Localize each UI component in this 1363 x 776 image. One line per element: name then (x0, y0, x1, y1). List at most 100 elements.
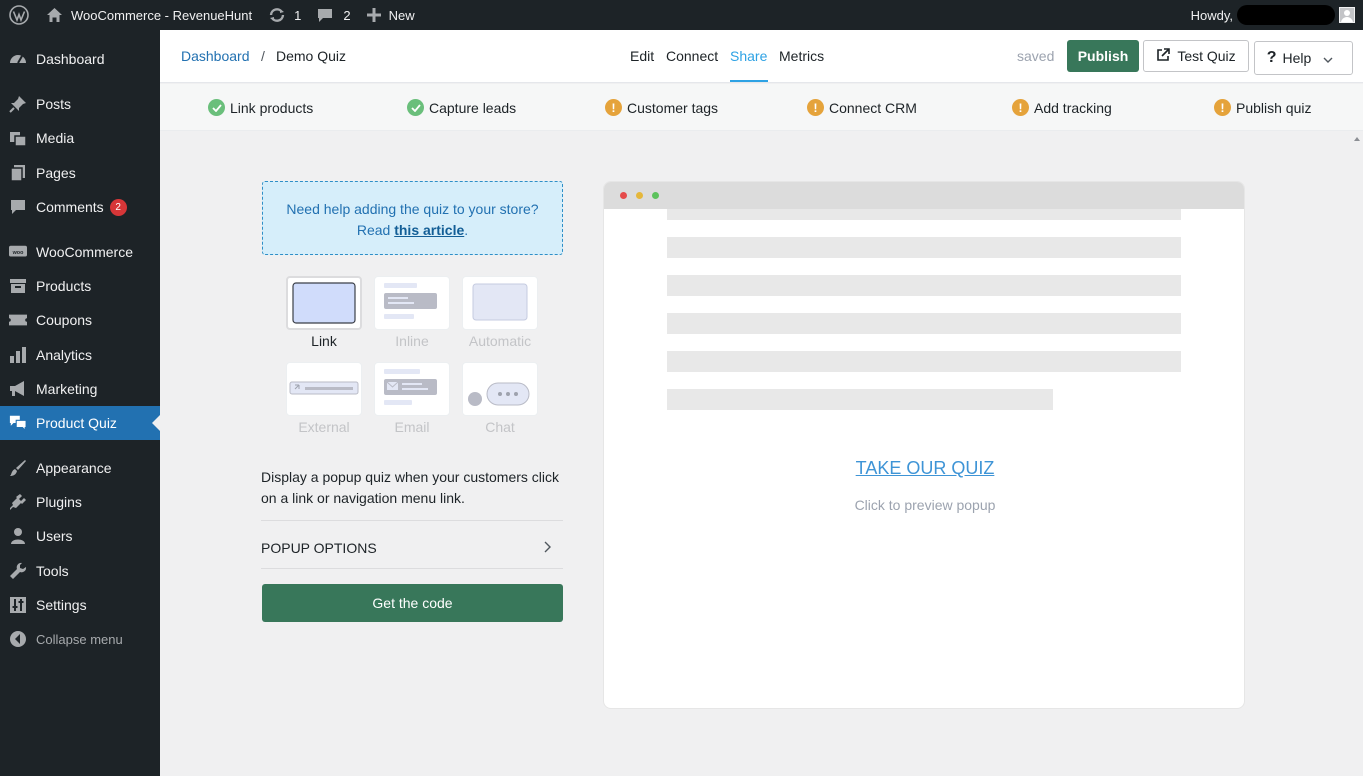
sidebar-item-label: Marketing (36, 381, 98, 397)
user-icon (9, 527, 27, 545)
placeholder-line (667, 313, 1181, 334)
comments-link[interactable]: 2 (309, 0, 358, 30)
howdy-text: Howdy, (1190, 7, 1233, 23)
checklist-label: Add tracking (1034, 99, 1112, 116)
sidebar-item-label: Dashboard (36, 51, 105, 67)
share-option-email[interactable] (374, 362, 450, 416)
tab-edit[interactable]: Edit (630, 48, 654, 64)
share-option-inline[interactable] (374, 276, 450, 330)
sidebar-item-label: Settings (36, 597, 87, 613)
sidebar-item-product-quiz[interactable]: Product Quiz (0, 406, 160, 440)
sidebar-item-label: WooCommerce (36, 244, 133, 260)
publish-button[interactable]: Publish (1067, 40, 1139, 72)
pin-icon (9, 95, 27, 113)
chat-preview-icon (468, 382, 530, 406)
redacted-username (1237, 5, 1335, 25)
scroll-up-arrow-icon[interactable] (1354, 137, 1360, 141)
checklist-label: Capture leads (429, 99, 517, 116)
warning-circle-icon: ! (605, 99, 622, 116)
checklist-label: Link products (230, 99, 314, 116)
checklist-item-add-tracking[interactable]: ! Add tracking (1012, 99, 1112, 116)
sidebar-item-coupons[interactable]: Coupons (0, 303, 160, 337)
sidebar-item-appearance[interactable]: Appearance (0, 451, 160, 485)
inline-preview-icon (384, 283, 437, 319)
take-our-quiz-link[interactable]: TAKE OUR QUIZ (604, 458, 1244, 479)
collapse-menu-button[interactable]: Collapse menu (0, 622, 160, 656)
share-option-chat[interactable] (462, 362, 538, 416)
sidebar-item-label: Appearance (36, 460, 112, 476)
placeholder-line (667, 275, 1181, 296)
sidebar-item-label: Comments (36, 199, 104, 215)
preview-hint: Click to preview popup (854, 497, 996, 513)
tab-connect[interactable]: Connect (666, 48, 718, 64)
share-option-external[interactable] (286, 362, 362, 416)
paintbrush-icon (9, 459, 27, 477)
updates-link[interactable]: 1 (260, 0, 309, 30)
new-label: New (388, 7, 415, 23)
sidebar-item-label: Posts (36, 96, 72, 112)
quiz-header: Dashboard / Demo Quiz Edit Connect Share… (160, 30, 1363, 83)
placeholder-line (667, 237, 1181, 258)
sidebar-item-posts[interactable]: Posts (0, 87, 160, 121)
test-quiz-button[interactable]: Test Quiz (1143, 40, 1249, 72)
share-option-automatic-label: Automatic (468, 333, 532, 349)
sidebar-item-label: Pages (36, 165, 76, 181)
woo-icon: woo (9, 243, 27, 261)
scrollbar[interactable] (1350, 131, 1363, 776)
chevron-down-icon (1323, 50, 1340, 66)
checklist-item-link-products[interactable]: Link products (208, 99, 313, 116)
sidebar-item-label: Users (36, 528, 73, 544)
get-the-code-label: Get the code (372, 595, 453, 611)
share-option-link[interactable] (286, 276, 362, 330)
updates-count: 1 (294, 7, 302, 23)
divider (261, 520, 563, 521)
wrench-icon (9, 562, 27, 580)
comments-badge: 2 (109, 198, 127, 216)
site-name: WooCommerce - RevenueHunt (71, 7, 253, 23)
share-option-description: Display a popup quiz when your customers… (261, 469, 560, 506)
save-status: saved (1017, 48, 1055, 64)
sidebar-item-tools[interactable]: Tools (0, 554, 160, 588)
popup-options-toggle[interactable]: POPUP OPTIONS (261, 536, 563, 560)
sidebar-item-analytics[interactable]: Analytics (0, 338, 160, 372)
publish-label: Publish (1077, 48, 1129, 64)
checklist-item-connect-crm[interactable]: ! Connect CRM (807, 99, 917, 116)
sidebar-item-users[interactable]: Users (0, 519, 160, 553)
home-icon (46, 7, 63, 23)
help-article-link[interactable]: this article (394, 222, 464, 238)
maximize-dot-icon (652, 192, 659, 199)
help-label: Help (1282, 50, 1312, 66)
tab-metrics[interactable]: Metrics (779, 48, 824, 64)
external-link-icon (1156, 47, 1177, 65)
admin-bar: WooCommerce - RevenueHunt 1 2 New Howdy, (0, 0, 1363, 30)
share-panel: Need help adding the quiz to your store?… (160, 131, 1363, 776)
my-account[interactable]: Howdy, (1191, 0, 1363, 30)
sidebar-item-dashboard[interactable]: Dashboard (0, 42, 160, 76)
sidebar-item-pages[interactable]: Pages (0, 156, 160, 190)
dashboard-icon (9, 50, 27, 68)
checklist-item-publish-quiz[interactable]: ! Publish quiz (1214, 99, 1312, 116)
sidebar-item-media[interactable]: Media (0, 121, 160, 155)
share-option-automatic[interactable] (462, 276, 538, 330)
sidebar-item-plugins[interactable]: Plugins (0, 485, 160, 519)
help-notice: Need help adding the quiz to your store?… (262, 181, 563, 255)
active-tab-indicator (730, 80, 768, 82)
sidebar-item-marketing[interactable]: Marketing (0, 372, 160, 406)
placeholder-line (667, 209, 1181, 220)
sidebar-item-settings[interactable]: Settings (0, 588, 160, 622)
site-name-link[interactable]: WooCommerce - RevenueHunt (38, 0, 260, 30)
check-circle-icon (208, 99, 225, 116)
get-the-code-button[interactable]: Get the code (262, 584, 563, 622)
checklist-item-customer-tags[interactable]: ! Customer tags (605, 99, 718, 116)
wordpress-logo-icon[interactable] (0, 0, 38, 30)
megaphone-icon (9, 380, 27, 398)
breadcrumb-dashboard-link[interactable]: Dashboard (181, 48, 250, 64)
new-content-link[interactable]: New (359, 0, 423, 30)
sidebar-item-products[interactable]: Products (0, 269, 160, 303)
sidebar-item-woocommerce[interactable]: woo WooCommerce (0, 235, 160, 269)
help-dropdown[interactable]: ? Help (1254, 41, 1353, 75)
email-preview-icon (384, 369, 437, 405)
checklist-item-capture-leads[interactable]: Capture leads (407, 99, 516, 116)
sidebar-item-comments[interactable]: Comments 2 (0, 190, 160, 224)
tab-share[interactable]: Share (730, 48, 767, 64)
